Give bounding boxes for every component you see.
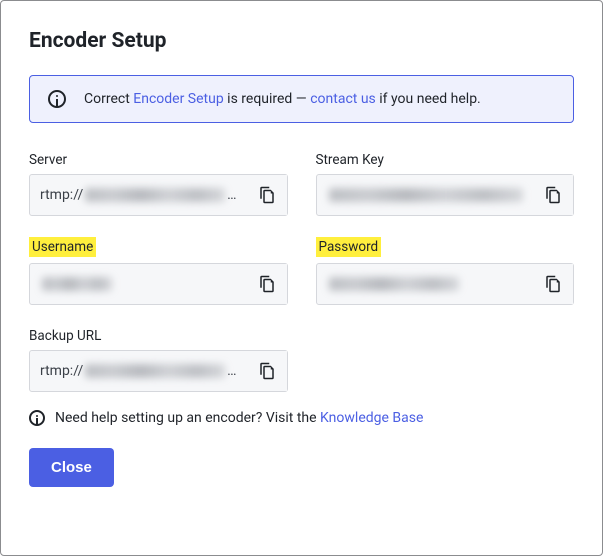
password-input[interactable] [316, 263, 575, 305]
dialog-title: Encoder Setup [29, 29, 574, 53]
ellipsis: … [225, 363, 236, 379]
redacted-value [85, 364, 225, 378]
server-input[interactable]: rtmp:// … [29, 174, 288, 216]
alert-message: Correct Encoder Setup is required — cont… [84, 91, 555, 107]
username-field: Username [29, 236, 288, 305]
copy-icon [544, 185, 562, 205]
copy-server-button[interactable] [247, 175, 287, 215]
password-field: Password [316, 236, 575, 305]
username-input[interactable] [29, 263, 288, 305]
alert-text: is required — [224, 91, 311, 107]
contact-us-link[interactable]: contact us [310, 91, 376, 107]
alert-text: Correct [84, 91, 133, 107]
backup-field: Backup URL rtmp:// … [29, 325, 288, 392]
close-button[interactable]: Close [29, 448, 114, 487]
copy-password-button[interactable] [533, 264, 573, 304]
backup-row: Backup URL rtmp:// … [29, 325, 574, 392]
info-alert: Correct Encoder Setup is required — cont… [29, 75, 574, 123]
copy-icon [258, 185, 276, 205]
server-prefix: rtmp:// [40, 187, 83, 203]
copy-username-button[interactable] [247, 264, 287, 304]
info-icon [29, 410, 45, 426]
footer-help-text: Need help setting up an encoder? Visit t… [55, 410, 320, 426]
copy-icon [258, 361, 276, 381]
streamkey-label: Stream Key [316, 152, 384, 168]
encoder-setup-link[interactable]: Encoder Setup [133, 91, 223, 107]
username-label: Username [29, 237, 96, 257]
backup-input[interactable]: rtmp:// … [29, 350, 288, 392]
encoder-setup-dialog: Encoder Setup Correct Encoder Setup is r… [0, 0, 603, 556]
password-label: Password [316, 237, 382, 257]
info-icon [48, 90, 66, 108]
backup-label: Backup URL [29, 328, 101, 344]
fields-grid: Server rtmp:// … Stream Key [29, 149, 574, 305]
redacted-value [85, 188, 225, 202]
ellipsis: … [225, 187, 236, 203]
footer-help: Need help setting up an encoder? Visit t… [29, 410, 574, 426]
copy-backup-button[interactable] [247, 351, 287, 391]
server-label: Server [29, 152, 67, 168]
copy-icon [258, 274, 276, 294]
alert-text: if you need help. [376, 91, 481, 107]
backup-prefix: rtmp:// [40, 363, 83, 379]
server-field: Server rtmp:// … [29, 149, 288, 216]
redacted-value [329, 188, 524, 202]
streamkey-input[interactable] [316, 174, 575, 216]
redacted-value [42, 277, 112, 291]
copy-streamkey-button[interactable] [533, 175, 573, 215]
redacted-value [329, 277, 459, 291]
knowledge-base-link[interactable]: Knowledge Base [320, 410, 423, 426]
footer-text: Need help setting up an encoder? Visit t… [55, 410, 423, 426]
streamkey-field: Stream Key [316, 149, 575, 216]
copy-icon [544, 274, 562, 294]
